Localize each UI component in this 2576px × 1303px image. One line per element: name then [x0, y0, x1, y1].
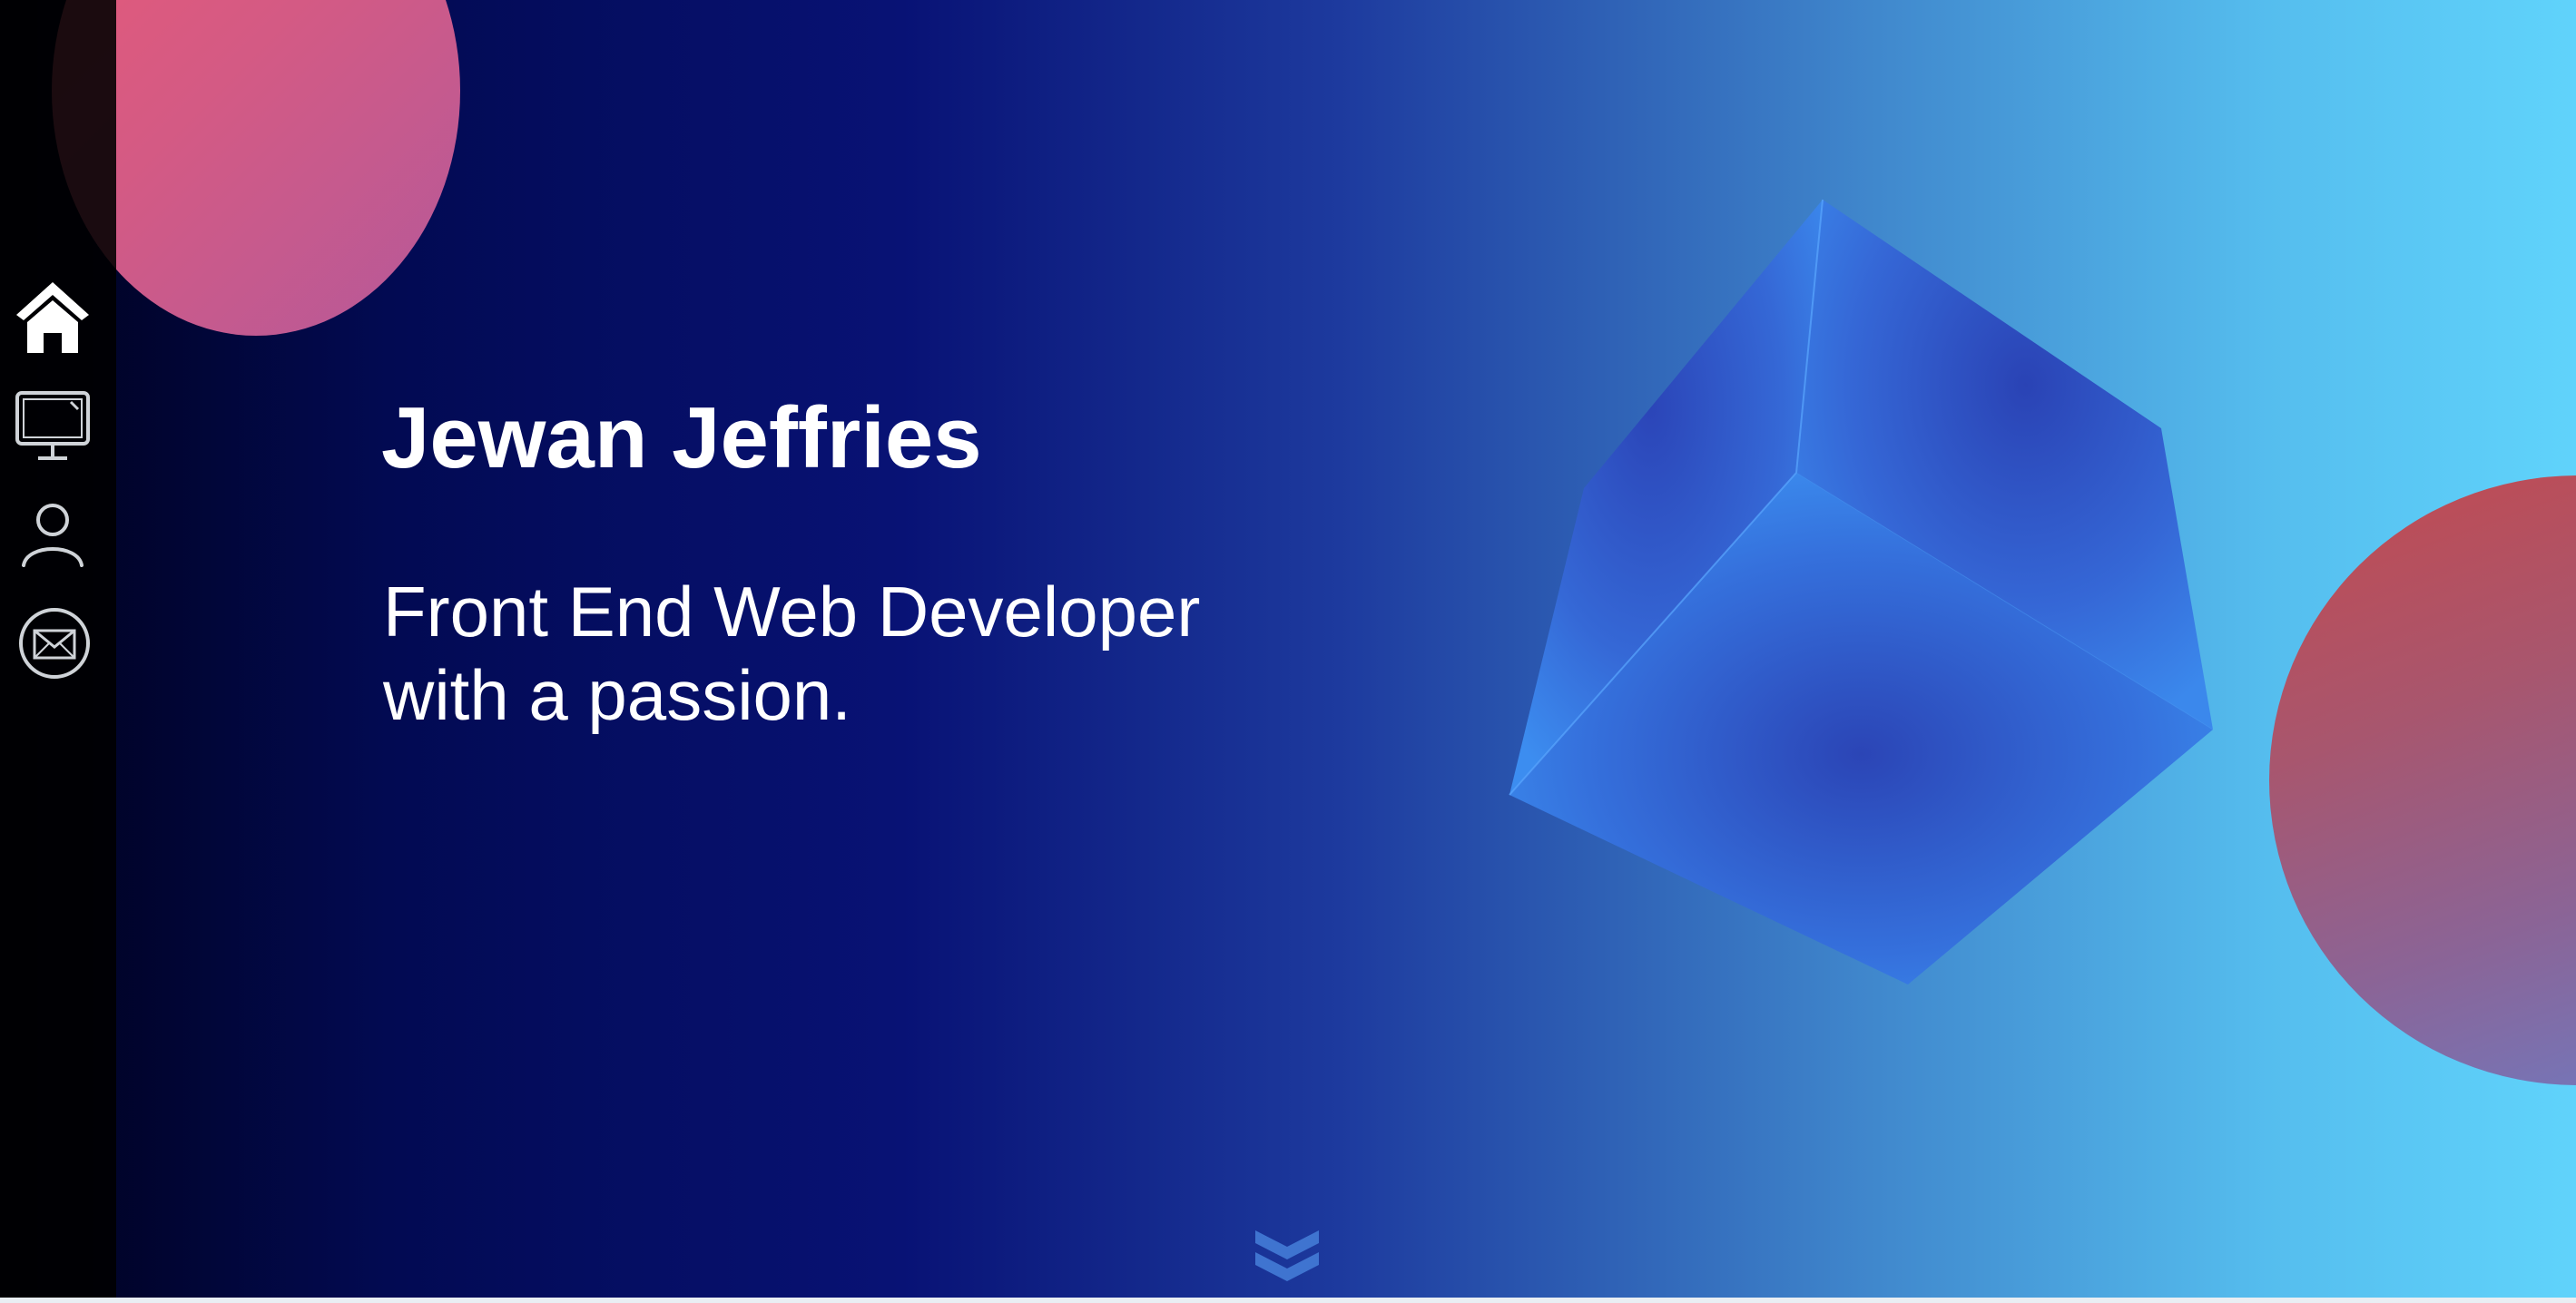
mail-icon: [13, 603, 93, 683]
scroll-down-button[interactable]: [1248, 1223, 1326, 1288]
hero-tagline-line-2: with a passion.: [383, 655, 851, 735]
hero-name: Jewan Jeffries: [381, 389, 982, 486]
page-bottom-border: [0, 1298, 2576, 1303]
user-icon: [13, 495, 93, 574]
monitor-icon: [13, 386, 93, 465]
home-icon: [13, 277, 93, 357]
double-chevron-down-icon: [1255, 1230, 1319, 1281]
sidebar-item-contact[interactable]: [13, 603, 93, 683]
portfolio-page: Jewan Jeffries Front End Web Developer w…: [0, 0, 2576, 1303]
sidebar-item-home[interactable]: [13, 277, 93, 357]
sidebar-nav: [0, 0, 116, 1303]
hero-tagline-line-1: Front End Web Developer: [383, 572, 1201, 652]
decorative-circle-right: [2269, 475, 2576, 1085]
rotating-cube: [1509, 199, 2214, 985]
hero-tagline: Front End Web Developer with a passion.: [383, 570, 1291, 737]
sidebar-item-about[interactable]: [13, 495, 93, 574]
sidebar-item-portfolio[interactable]: [13, 386, 93, 465]
